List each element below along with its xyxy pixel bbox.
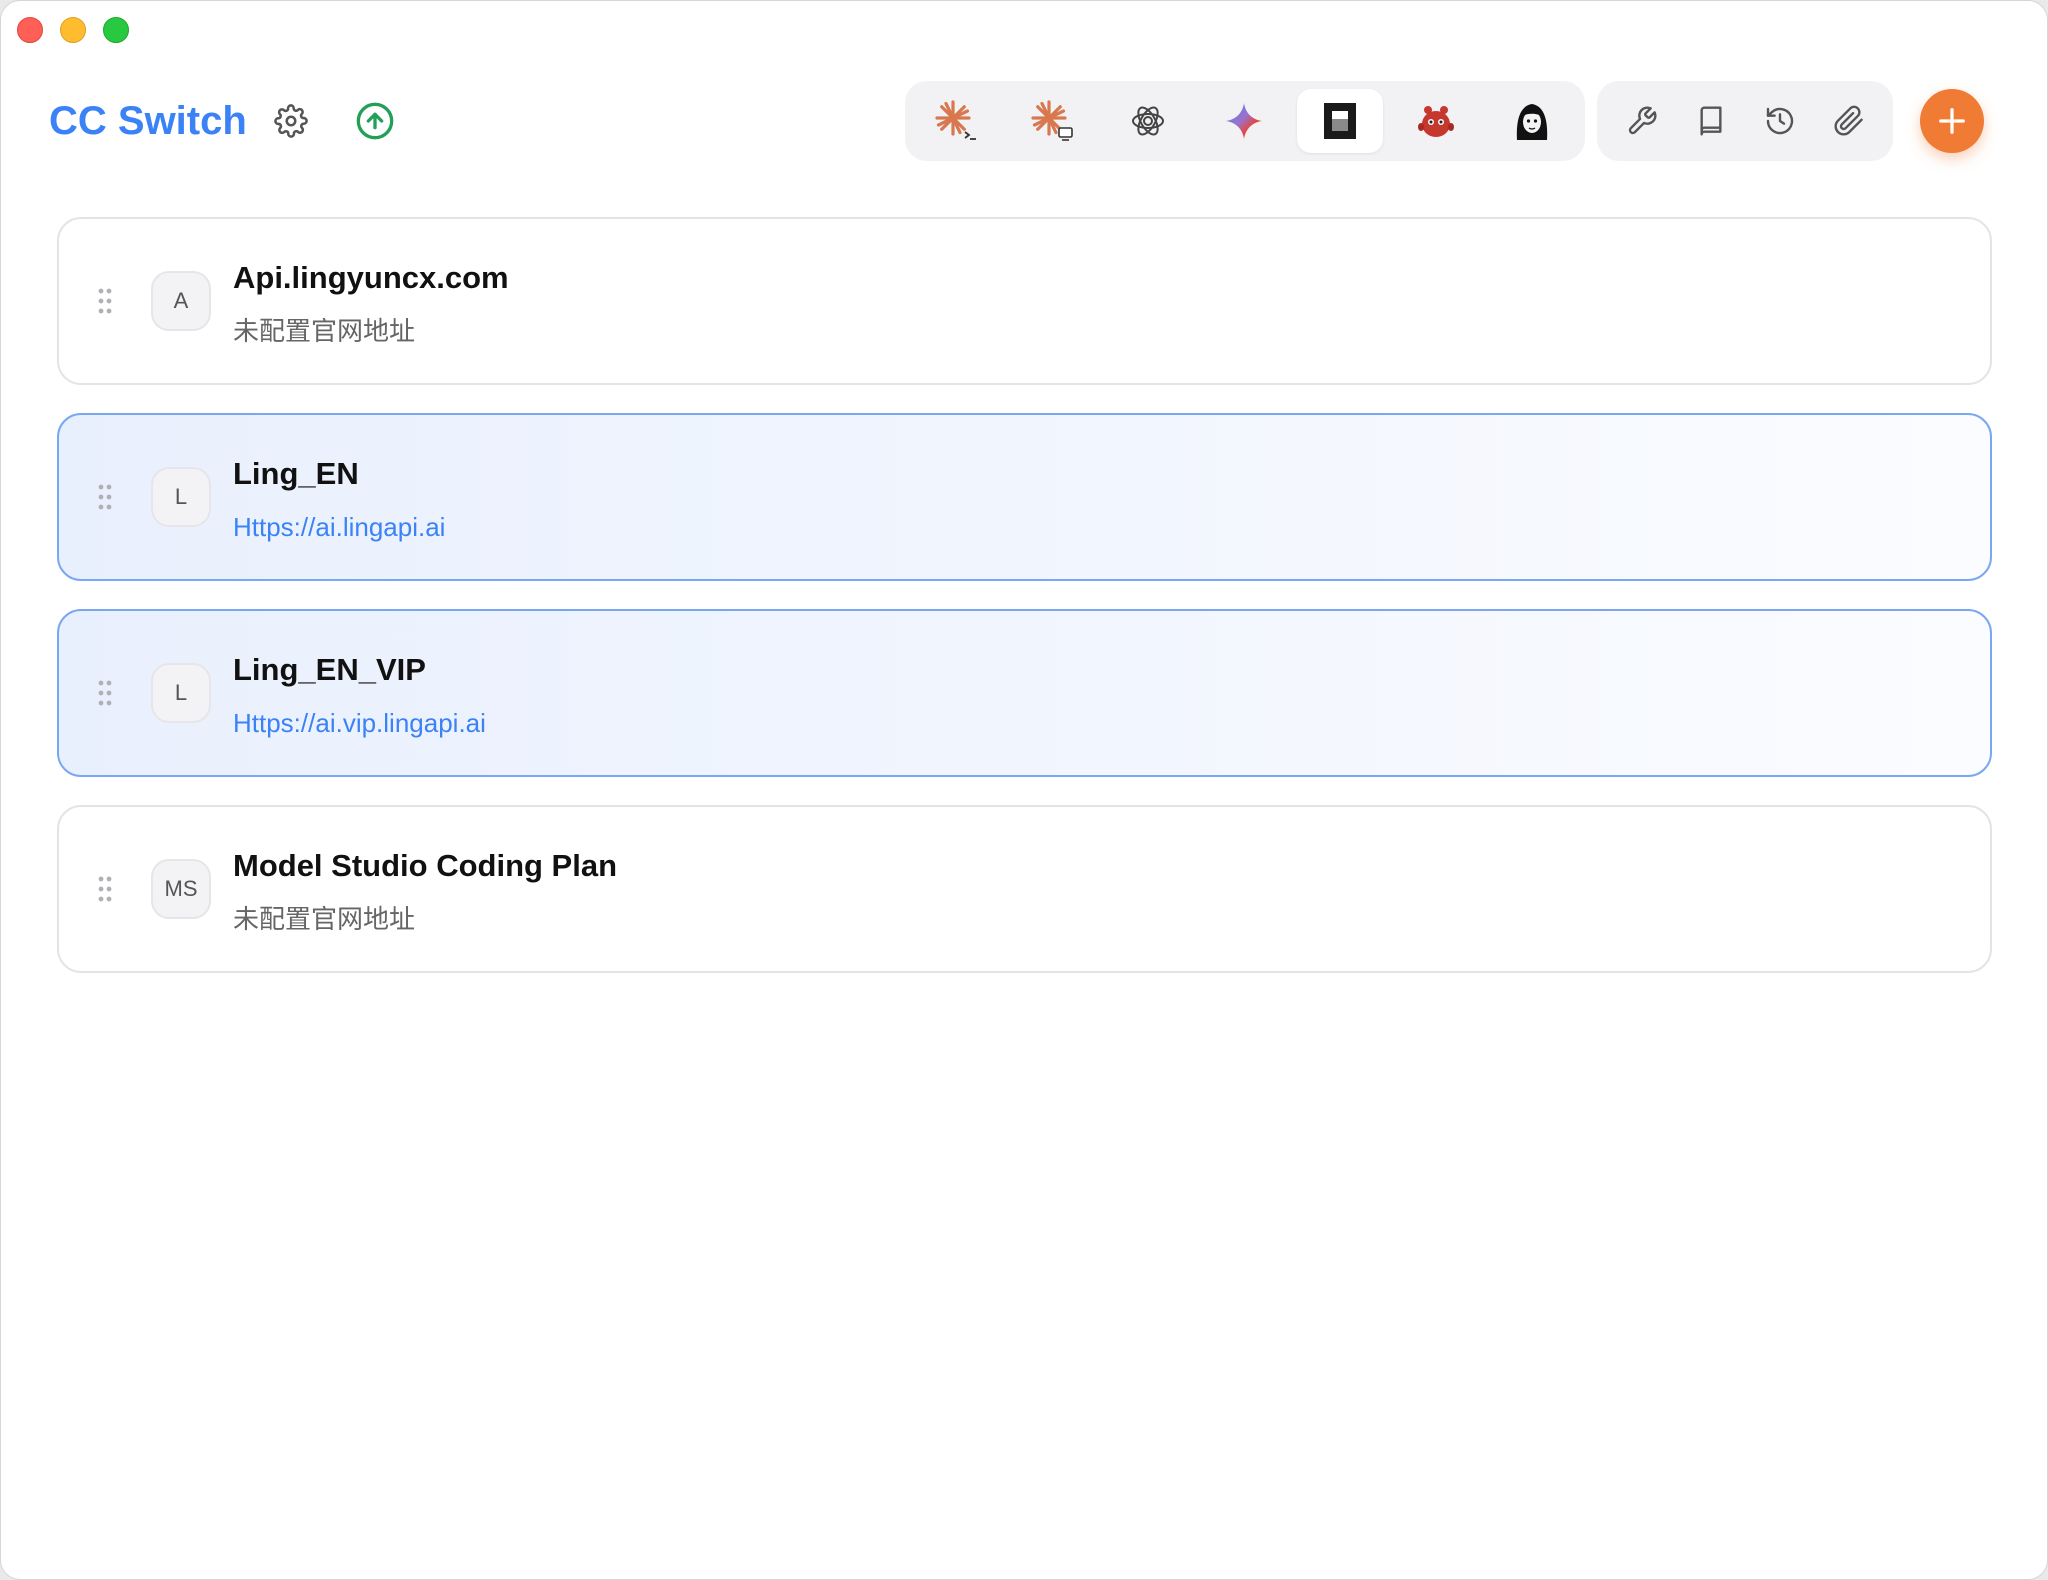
attachments-button[interactable]	[1821, 93, 1877, 149]
app-title[interactable]: CC Switch	[49, 97, 247, 145]
drag-handle-icon[interactable]	[97, 287, 113, 315]
plus-icon	[1939, 108, 1965, 134]
history-icon	[1766, 107, 1793, 135]
provider-website: 未配置官网地址	[233, 316, 416, 346]
gemini-icon	[1226, 103, 1262, 139]
red-mascot-icon	[1418, 106, 1454, 137]
provider-card[interactable]: L Ling_EN_VIP Https://ai.vip.lingapi.ai	[57, 609, 1992, 777]
docs-button[interactable]	[1683, 93, 1739, 149]
app-tab-codex[interactable]	[1105, 89, 1191, 153]
provider-avatar: L	[151, 467, 211, 527]
provider-name: Ling_EN_VIP	[233, 652, 426, 687]
app-tab-gemini[interactable]	[1201, 89, 1287, 153]
provider-avatar: MS	[151, 859, 211, 919]
opencode-icon	[1324, 103, 1356, 139]
app-tab-character[interactable]	[1489, 89, 1575, 153]
provider-name: Model Studio Coding Plan	[233, 848, 618, 883]
drag-handle-icon[interactable]	[97, 679, 113, 707]
provider-name: Ling_EN	[233, 456, 359, 491]
provider-card[interactable]: MS Model Studio Coding Plan 未配置官网地址	[57, 805, 1992, 973]
window-maximize-button[interactable]	[103, 17, 129, 43]
provider-avatar: L	[151, 663, 211, 723]
openai-codex-icon	[1132, 106, 1164, 136]
provider-website-link[interactable]: Https://ai.vip.lingapi.ai	[233, 707, 486, 739]
toolbar	[1597, 81, 1893, 161]
settings-button[interactable]	[269, 99, 313, 143]
app-tab-claude-code[interactable]	[913, 89, 999, 153]
provider-website-link[interactable]: Https://ai.lingapi.ai	[233, 511, 445, 543]
update-button[interactable]	[353, 99, 397, 143]
provider-list: A Api.lingyuncx.com 未配置官网地址 L Ling_EN Ht…	[57, 217, 1992, 1001]
app-switcher	[905, 81, 1585, 161]
app-tab-opencode[interactable]	[1297, 89, 1383, 153]
add-provider-button[interactable]	[1920, 89, 1984, 153]
drag-handle-icon[interactable]	[97, 483, 113, 511]
gear-icon	[274, 104, 308, 138]
provider-website: 未配置官网地址	[233, 904, 416, 934]
tools-button[interactable]	[1614, 93, 1670, 149]
provider-avatar: A	[151, 271, 211, 331]
provider-card[interactable]: A Api.lingyuncx.com 未配置官网地址	[57, 217, 1992, 385]
app-tab-red-mascot[interactable]	[1393, 89, 1479, 153]
claude-code-icon	[935, 100, 976, 140]
window-controls	[17, 17, 129, 43]
app-tab-claude-desktop[interactable]	[1009, 89, 1095, 153]
claude-desktop-icon	[1031, 100, 1073, 141]
provider-name: Api.lingyuncx.com	[233, 260, 509, 295]
drag-handle-icon[interactable]	[97, 875, 113, 903]
app-window: CC Switch A Api.lingyuncx.com 未配置官网地址 L …	[0, 0, 2048, 1580]
window-close-button[interactable]	[17, 17, 43, 43]
character-avatar-icon	[1516, 104, 1548, 140]
arrow-up-circle-icon	[356, 102, 394, 140]
window-minimize-button[interactable]	[60, 17, 86, 43]
book-icon	[1699, 106, 1722, 136]
provider-card[interactable]: L Ling_EN Https://ai.lingapi.ai	[57, 413, 1992, 581]
history-button[interactable]	[1752, 93, 1808, 149]
wrench-icon	[1628, 106, 1656, 135]
paperclip-icon	[1833, 105, 1863, 136]
